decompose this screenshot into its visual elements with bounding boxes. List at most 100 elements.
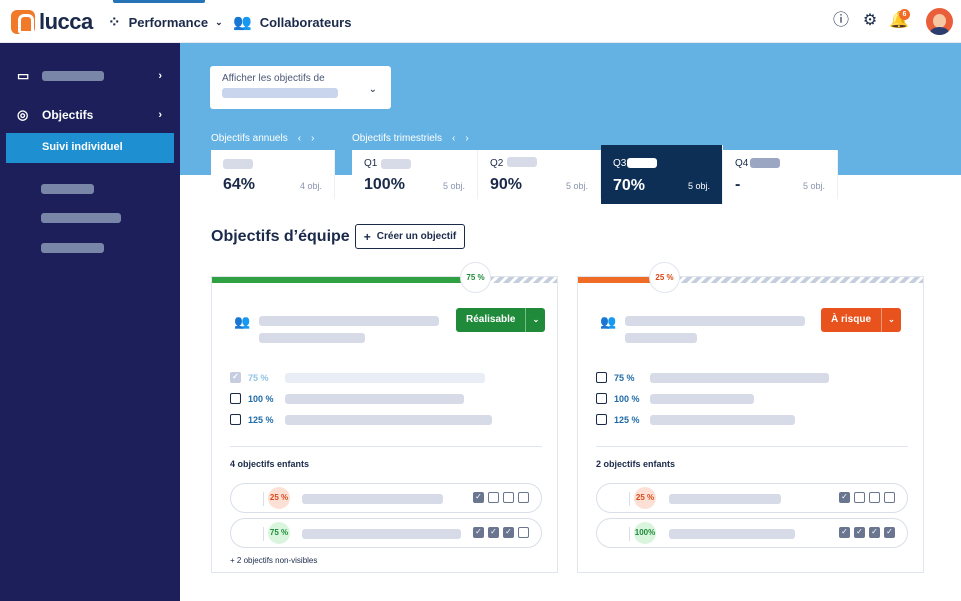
- separator: [263, 492, 264, 506]
- chevron-right-icon[interactable]: ›: [465, 133, 468, 144]
- child-checkboxes: ✓ ✓ ✓: [469, 527, 529, 538]
- objective-title-placeholder: [259, 333, 365, 343]
- quarterly-label-text: Objectifs trimestriels: [352, 133, 443, 144]
- team-objectives-title: Objectifs d’équipe: [211, 228, 350, 245]
- check-icon: ✓: [503, 527, 514, 538]
- checkbox[interactable]: [230, 414, 241, 425]
- child-checkboxes: ✓: [469, 492, 529, 503]
- logo-text: lucca: [39, 9, 93, 34]
- info-icon[interactable]: ⓘ: [832, 12, 850, 30]
- nav-active-indicator: [113, 0, 205, 3]
- child-objective-row[interactable]: 100% ✓ ✓ ✓ ✓: [596, 518, 908, 548]
- period-name-placeholder: [750, 158, 780, 168]
- status-label[interactable]: À risque: [821, 308, 881, 332]
- top-bar: lucca ⁘ Performance ⌄ 👥 Collaborateurs ⓘ…: [0, 0, 961, 43]
- key-result-pct: 100 %: [248, 393, 274, 404]
- sidebar-item-feedback[interactable]: ▭ ›: [17, 68, 162, 84]
- progress-fill: [212, 277, 471, 283]
- period-obj-count: 5 obj.: [687, 181, 710, 191]
- nav-collaborateurs-label: Collaborateurs: [259, 14, 352, 30]
- objectives-owner-select[interactable]: Afficher les objectifs de ⌄: [210, 66, 391, 109]
- key-result-row[interactable]: 100 %: [596, 393, 640, 404]
- chevron-down-icon: ⌄: [215, 16, 223, 27]
- sidebar-subitem-placeholder[interactable]: [41, 243, 104, 253]
- annual-label-text: Objectifs annuels: [211, 133, 288, 144]
- checkbox[interactable]: [596, 414, 607, 425]
- gear-icon[interactable]: ⚙: [861, 12, 879, 30]
- create-objective-label: Créer un objectif: [376, 231, 457, 242]
- period-card-q4[interactable]: Q4 - 5 obj.: [723, 150, 838, 199]
- key-result-placeholder: [285, 415, 492, 425]
- period-pct: -: [735, 176, 741, 193]
- team-objective-card[interactable]: 25 % 👥 À risque ⌄ 75 % 100 % 125 % 2 obj…: [577, 262, 924, 573]
- key-result-pct: 125 %: [248, 414, 274, 425]
- period-obj-count: 5 obj.: [565, 181, 588, 191]
- sidebar-item-objectifs[interactable]: ◎ Objectifs ›: [17, 107, 162, 123]
- key-result-row[interactable]: 125 %: [230, 414, 274, 425]
- chevron-left-icon[interactable]: ‹: [298, 133, 301, 144]
- child-title-placeholder: [669, 529, 795, 539]
- sidebar-subitem-placeholder[interactable]: [41, 213, 121, 223]
- team-objective-card[interactable]: 75 % 👥 Réalisable ⌄ ✓ 75 % 100 % 125 % 4…: [211, 262, 558, 573]
- key-result-placeholder: [650, 415, 795, 425]
- key-result-row[interactable]: 125 %: [596, 414, 640, 425]
- chevron-down-icon[interactable]: ⌄: [881, 308, 901, 332]
- child-checkboxes: ✓: [835, 492, 895, 503]
- progress-bar: [212, 277, 557, 283]
- plus-icon: +: [363, 229, 371, 244]
- sidebar-subitem-suivi-individuel[interactable]: Suivi individuel: [6, 133, 174, 163]
- checkbox[interactable]: [596, 372, 607, 383]
- nav-collaborateurs[interactable]: 👥 Collaborateurs: [233, 13, 351, 31]
- status-dropdown[interactable]: À risque ⌄: [821, 308, 902, 332]
- key-result-row[interactable]: 75 %: [596, 372, 635, 383]
- period-name-placeholder: [381, 159, 411, 169]
- children-count: 4 objectifs enfants: [230, 459, 310, 469]
- key-result-row[interactable]: ✓ 75 %: [230, 372, 269, 383]
- children-count: 2 objectifs enfants: [596, 459, 676, 469]
- child-objective-row[interactable]: 75 % ✓ ✓ ✓: [230, 518, 542, 548]
- sidebar-item-label: Objectifs: [42, 108, 94, 122]
- period-card-q1[interactable]: Q1 100% 5 obj.: [352, 150, 478, 199]
- child-objective-row[interactable]: 25 % ✓: [230, 483, 542, 513]
- period-pct: 70%: [613, 177, 646, 194]
- period-card-annual[interactable]: 64% 4 obj.: [211, 150, 335, 199]
- period-name-placeholder: [627, 158, 657, 168]
- separator: [629, 492, 630, 506]
- period-pct: 90%: [490, 176, 523, 193]
- create-objective-button[interactable]: + Créer un objectif: [355, 224, 465, 249]
- chevron-left-icon[interactable]: ‹: [452, 133, 455, 144]
- child-title-placeholder: [669, 494, 781, 504]
- period-card-q3[interactable]: Q3 70% 5 obj.: [601, 145, 723, 204]
- avatar[interactable]: [926, 8, 953, 35]
- select-value-placeholder: [222, 88, 338, 98]
- period-name: Q4: [735, 158, 749, 169]
- status-dropdown[interactable]: Réalisable ⌄: [456, 308, 546, 332]
- checkbox-icon: [869, 492, 880, 503]
- status-label[interactable]: Réalisable: [456, 308, 525, 332]
- period-card-q2[interactable]: Q2 90% 5 obj.: [478, 150, 601, 199]
- chevron-right-icon: ›: [158, 70, 162, 82]
- key-result-placeholder: [650, 373, 829, 383]
- sidebar-item-label-placeholder: [42, 71, 104, 81]
- child-title-placeholder: [302, 529, 461, 539]
- team-icon: 👥: [600, 314, 617, 329]
- progress-bubble: 75 %: [460, 262, 491, 293]
- key-result-row[interactable]: 100 %: [230, 393, 274, 404]
- chevron-right-icon[interactable]: ›: [311, 133, 314, 144]
- child-title-placeholder: [302, 494, 443, 504]
- checkbox-checked[interactable]: ✓: [230, 372, 241, 383]
- checkbox[interactable]: [230, 393, 241, 404]
- child-objective-row[interactable]: 25 % ✓: [596, 483, 908, 513]
- key-result-placeholder: [650, 394, 754, 404]
- checkbox[interactable]: [596, 393, 607, 404]
- chevron-down-icon[interactable]: ⌄: [525, 308, 545, 332]
- sidebar-subitem-placeholder[interactable]: [41, 184, 94, 194]
- period-obj-count: 4 obj.: [299, 181, 322, 191]
- lucca-logo[interactable]: lucca: [11, 9, 93, 35]
- nav-performance[interactable]: ⁘ Performance ⌄: [108, 13, 223, 31]
- period-name-placeholder: [223, 159, 253, 169]
- period-pct: 100%: [364, 176, 405, 193]
- hidden-objectives-note[interactable]: + 2 objectifs non-visibles: [230, 556, 317, 565]
- period-name: Q1: [364, 158, 378, 169]
- annual-objectives-label: Objectifs annuels ‹ ›: [211, 133, 314, 144]
